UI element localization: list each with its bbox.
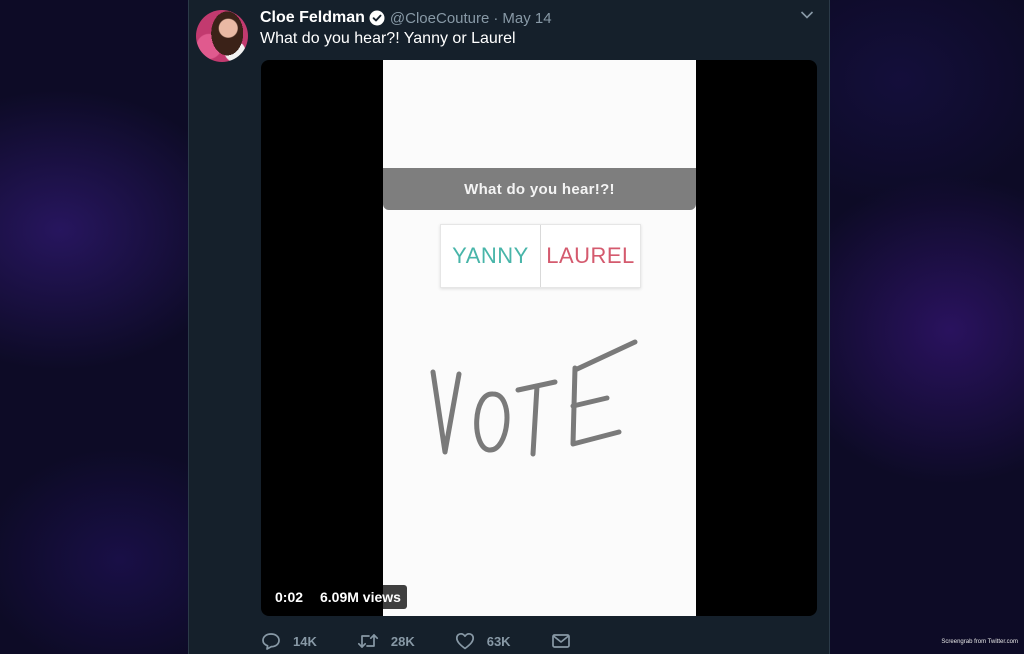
chevron-down-icon[interactable] xyxy=(800,10,814,20)
reply-button[interactable]: 14K xyxy=(261,632,317,650)
reply-count: 14K xyxy=(293,633,317,649)
video-view-count: 6.09M views xyxy=(314,585,407,609)
banner-text: What do you hear!?! xyxy=(464,180,615,198)
video-elapsed-time: 0:02 xyxy=(269,585,310,609)
tweet-date[interactable]: May 14 xyxy=(502,10,551,27)
reply-icon xyxy=(262,633,280,650)
display-name[interactable]: Cloe Feldman xyxy=(260,9,365,27)
handwritten-vote-text xyxy=(430,339,638,457)
video-player[interactable]: What do you hear!?! YANNY LAUREL 0:02 6.… xyxy=(261,60,817,616)
tweet-text: What do you hear?! Yanny or Laurel xyxy=(260,30,516,47)
separator-dot: · xyxy=(493,9,499,27)
retweet-button[interactable]: 28K xyxy=(357,632,415,650)
poll-box: YANNY LAUREL xyxy=(440,224,641,288)
tweet-header: Cloe Feldman @CloeCouture · May 14 xyxy=(260,7,552,29)
direct-message-button[interactable] xyxy=(551,633,571,649)
verified-badge-icon xyxy=(369,10,385,26)
user-avatar[interactable] xyxy=(196,10,248,62)
heart-icon xyxy=(455,632,474,650)
like-count: 63K xyxy=(486,633,511,649)
screengrab-credit: Screengrab from Twitter.com xyxy=(941,639,1018,645)
poll-option-laurel: LAUREL xyxy=(540,225,640,287)
envelope-icon xyxy=(551,634,570,648)
question-banner: What do you hear!?! xyxy=(383,168,696,210)
poll-option-yanny: YANNY xyxy=(452,243,529,268)
tweet-actions: 14K 28K 63K xyxy=(261,628,571,654)
retweet-count: 28K xyxy=(390,633,415,649)
user-handle[interactable]: @CloeCouture xyxy=(390,10,489,27)
like-button[interactable]: 63K xyxy=(455,632,511,650)
retweet-icon xyxy=(357,634,378,648)
video-frame: What do you hear!?! YANNY LAUREL xyxy=(383,60,696,616)
tweet-card: Cloe Feldman @CloeCouture · May 14 What … xyxy=(188,0,830,654)
